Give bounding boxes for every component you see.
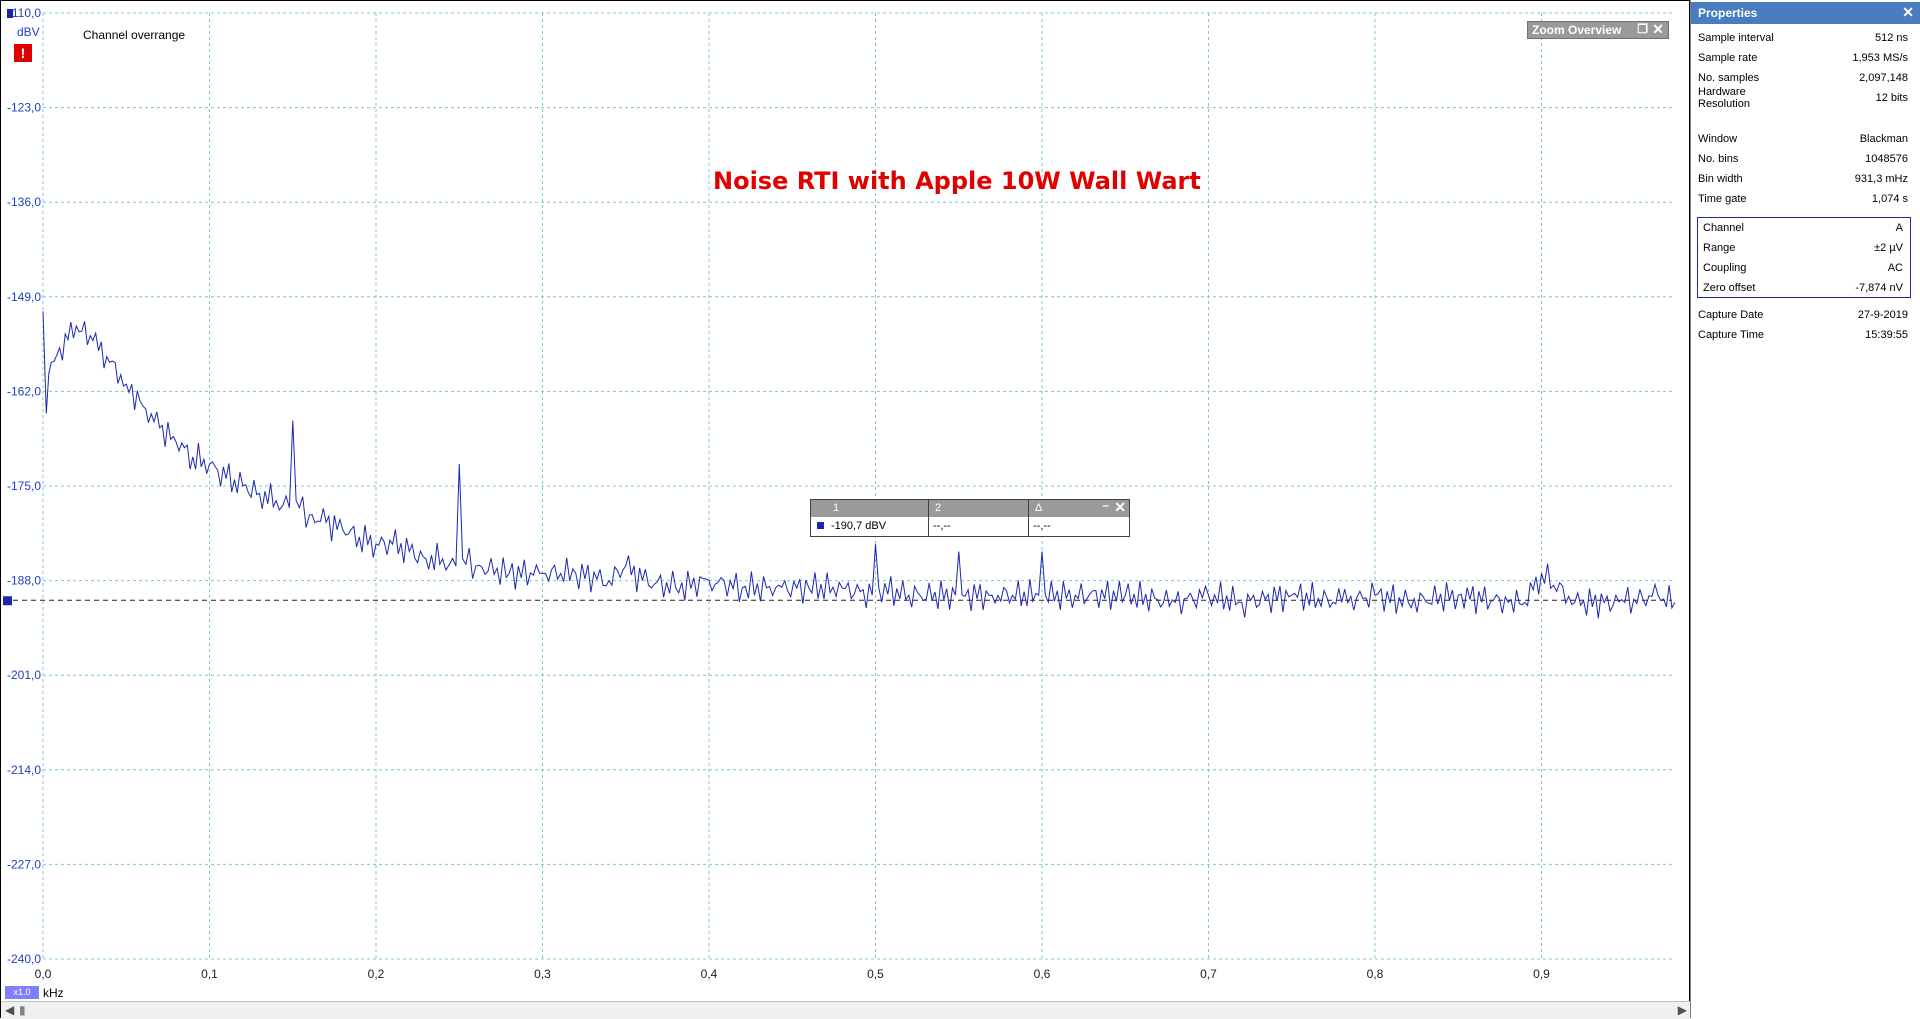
property-value: Blackman — [1859, 133, 1908, 145]
ruler-header-1: 1 — [833, 502, 840, 514]
property-value: 1,074 s — [1871, 193, 1908, 205]
property-key: Sample rate — [1698, 52, 1758, 64]
property-key: No. samples — [1698, 72, 1760, 84]
y-tick-label: -136,0 — [7, 195, 41, 209]
property-value: 1,953 MS/s — [1852, 52, 1908, 64]
y-tick-label: -175,0 — [7, 479, 41, 493]
ruler-cursor-handle[interactable] — [3, 596, 12, 606]
x-tick-label: 0,1 — [201, 967, 218, 981]
property-value: 512 ns — [1874, 32, 1908, 44]
x-tick-label: 0,2 — [368, 967, 385, 981]
y-tick-label: -240,0 — [7, 952, 41, 966]
property-key: Hardware Resolution — [1698, 86, 1750, 110]
y-tick-label: -162,0 — [7, 384, 41, 398]
close-icon[interactable]: ✕ — [1902, 4, 1914, 21]
scroll-left-icon[interactable]: ◀ — [5, 1003, 14, 1017]
zoom-level-badge[interactable]: x1.0 — [5, 986, 39, 999]
property-value: A — [1895, 222, 1903, 234]
x-tick-label: 0,9 — [1533, 967, 1550, 981]
property-value: 1048576 — [1865, 153, 1908, 165]
property-value: 2,097,148 — [1859, 72, 1908, 84]
horizontal-scrollbar[interactable]: ◀ ▮ ▶ — [1, 1001, 1691, 1019]
ruler-value-delta: --,-- — [1033, 520, 1051, 532]
y-unit-label: dBV — [17, 25, 40, 39]
spectrum-plot-area[interactable]: -110,0 -123,0 -136,0 -149,0 -162,0 -175,0 -188… — [0, 0, 1691, 1019]
property-key: Coupling — [1703, 262, 1747, 274]
warning-icon: ! — [14, 44, 32, 62]
x-tick-label: 0,5 — [867, 967, 884, 981]
property-key: Bin width — [1698, 173, 1743, 185]
close-icon[interactable]: ✕ — [1114, 499, 1126, 516]
x-tick-label: 0,6 — [1034, 967, 1051, 981]
property-key: Capture Time — [1698, 329, 1765, 341]
property-key: Channel — [1703, 222, 1744, 234]
property-key: No. bins — [1698, 153, 1739, 165]
property-value: 27-9-2019 — [1857, 309, 1908, 321]
property-key: Range — [1703, 242, 1736, 254]
x-tick-label: 0,3 — [534, 967, 551, 981]
x-unit-label: kHz — [43, 986, 64, 1000]
close-icon[interactable]: ✕ — [1652, 21, 1664, 38]
property-key: Sample interval — [1698, 32, 1774, 44]
property-key: Window — [1698, 133, 1738, 145]
zoom-overview-panel[interactable]: Zoom Overview ❐ ✕ — [1527, 21, 1669, 39]
restore-icon[interactable]: ❐ — [1637, 22, 1648, 36]
property-value: 15:39:55 — [1865, 329, 1908, 341]
channel-overrange-label: Channel overrange — [83, 28, 186, 42]
chart-title: Noise RTI with Apple 10W Wall Wart — [713, 167, 1201, 195]
ruler-divider — [1028, 500, 1029, 536]
properties-panel: Properties ✕ Sample interval 512 ns Sample… — [1690, 0, 1920, 1018]
properties-title: Properties — [1698, 6, 1758, 20]
ruler-value-2: --,-- — [933, 520, 951, 532]
ruler-legend-box[interactable]: 1 2 Δ – ✕ -190,7 dBV --,-- --,-- — [810, 498, 1130, 537]
ruler-header-delta: Δ — [1035, 502, 1043, 514]
properties-header: Properties ✕ — [1691, 2, 1920, 24]
property-key: Zero offset — [1703, 282, 1756, 294]
property-key: Capture Date — [1698, 309, 1764, 321]
x-tick-label: 0,7 — [1200, 967, 1217, 981]
property-value: -7,874 nV — [1855, 282, 1903, 294]
scroll-thumb[interactable]: ▮ — [19, 1003, 26, 1017]
x-tick-label: 0,8 — [1367, 967, 1384, 981]
y-tick-label: -227,0 — [7, 857, 41, 871]
zoom-overview-title: Zoom Overview — [1532, 23, 1622, 37]
property-value: 12 bits — [1875, 92, 1908, 104]
property-key: Time gate — [1698, 193, 1747, 205]
property-value: 931,3 mHz — [1854, 173, 1908, 185]
ruler-value-1: -190,7 dBV — [831, 520, 887, 532]
scroll-right-icon[interactable]: ▶ — [1678, 1003, 1687, 1017]
y-tick-label: -123,0 — [7, 101, 41, 115]
ruler-header-2: 2 — [935, 502, 942, 514]
minimize-icon[interactable]: – — [1102, 498, 1109, 512]
y-tick-label: -214,0 — [7, 763, 41, 777]
y-tick-label: -149,0 — [7, 290, 41, 304]
x-tick-label: 0,0 — [35, 967, 52, 981]
property-value: ±2 µV — [1874, 242, 1903, 254]
x-tick-label: 0,4 — [701, 967, 718, 981]
ruler-legend-header[interactable]: 1 2 Δ – ✕ — [811, 498, 1129, 517]
y-tick-label: -188,0 — [7, 574, 41, 588]
ruler-divider — [928, 500, 929, 536]
y-tick-label: -201,0 — [7, 668, 41, 682]
spectrum-series-line — [42, 311, 1676, 619]
channel-color-marker — [817, 522, 824, 529]
property-value: AC — [1887, 262, 1903, 274]
y-axis-top-handle[interactable] — [7, 9, 13, 18]
